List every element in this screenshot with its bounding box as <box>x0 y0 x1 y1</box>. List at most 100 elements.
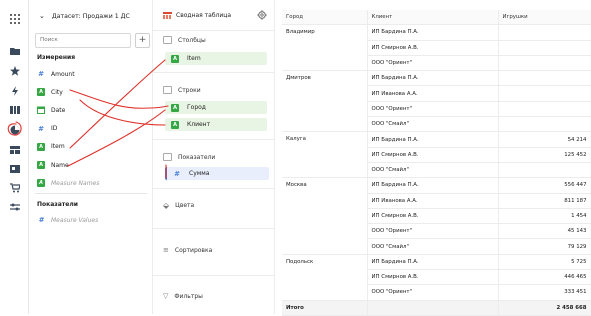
dimensions-title: Измерения <box>37 54 76 61</box>
colors-section[interactable]: ⬙ Цвета <box>163 201 194 210</box>
datasets-icon[interactable] <box>8 143 21 156</box>
measures-chip-sum[interactable]: # Сумма <box>165 167 269 180</box>
apps-icon[interactable] <box>8 12 21 25</box>
value-cell: 45 143 <box>498 223 591 240</box>
client-cell: ИП Смирнов А.В. <box>367 147 499 163</box>
value-cell: 125 452 <box>498 147 591 163</box>
field-search[interactable] <box>35 33 132 48</box>
client-cell: ООО "Смайл" <box>367 238 499 255</box>
client-cell: ИП Смирнов А.В. <box>367 40 499 56</box>
columns-section: Столбцы <box>163 36 206 44</box>
lightning-icon[interactable] <box>8 84 21 97</box>
value-cell <box>498 101 591 118</box>
sort-icon: ≡ <box>163 246 169 254</box>
dataset-field[interactable]: Date <box>37 105 65 115</box>
dataset-field[interactable]: A Item <box>37 142 65 152</box>
sort-section[interactable]: ≡ Сортировка <box>163 246 212 254</box>
viz-selector[interactable]: Сводная таблица <box>153 0 275 31</box>
divider <box>153 139 275 140</box>
column-header[interactable]: Игрушки <box>498 10 591 26</box>
dimension-icon: A <box>171 120 179 129</box>
settings-icon[interactable] <box>8 200 21 213</box>
column-header[interactable]: Город <box>282 10 368 26</box>
filters-section[interactable]: ▽ Фильтры <box>163 292 203 300</box>
dataset-field[interactable]: # Amount <box>37 69 75 79</box>
columns-chip-item[interactable]: A Item <box>165 52 267 65</box>
measure-icon: # <box>174 169 180 178</box>
dimension-icon: A <box>171 103 179 112</box>
field-name: Measure Values <box>51 216 99 224</box>
city-cell: Дмитров <box>282 70 368 133</box>
table-header-row: Город Клиент Игрушки <box>282 10 591 26</box>
total-value: 2 458 668 <box>498 300 591 316</box>
field-name: ID <box>51 125 58 133</box>
divider <box>153 72 275 73</box>
measures-section: Показатели <box>163 153 215 161</box>
client-cell: ИП Бардина П.А. <box>367 70 499 87</box>
pivot-table: Город Клиент Игрушки Владимир ИП Бардина … <box>282 10 591 316</box>
add-field-button[interactable]: + <box>135 33 150 48</box>
folder-icon[interactable] <box>8 44 21 57</box>
value-cell <box>498 70 591 87</box>
field-name: Amount <box>51 70 75 78</box>
client-cell: ООО "Ориент" <box>367 101 499 118</box>
divider <box>153 228 275 229</box>
calendar-icon <box>37 106 45 115</box>
dimension-icon: A <box>37 161 45 169</box>
dataset-field[interactable]: A Name <box>37 160 69 170</box>
value-cell <box>498 162 591 179</box>
search-input[interactable] <box>36 34 132 45</box>
viz-type-label: Сводная таблица <box>176 12 232 19</box>
value-cell: 446 465 <box>498 269 591 286</box>
dashboards-icon[interactable] <box>8 103 21 116</box>
divider <box>35 193 147 194</box>
dimension-icon: A <box>37 88 45 97</box>
value-cell: 5 725 <box>498 254 591 271</box>
measure-icon: # <box>38 70 44 78</box>
column-header[interactable]: Клиент <box>367 10 499 26</box>
client-cell: ИП Иванова А.А. <box>367 85 499 102</box>
value-cell: 79 129 <box>498 238 591 255</box>
value-cell: 333 451 <box>498 284 591 301</box>
gear-icon[interactable] <box>257 10 267 20</box>
star-icon[interactable] <box>8 64 21 77</box>
measure-icon: # <box>38 216 44 224</box>
connections-icon[interactable] <box>8 162 21 175</box>
rows-icon <box>163 86 172 94</box>
measures-icon <box>163 153 172 161</box>
dataset-field[interactable]: A Measure Names <box>37 178 99 188</box>
dataset-field[interactable]: A City <box>37 87 63 97</box>
table-row: Москва ИП Бардина П.А. 556 447 <box>282 177 591 255</box>
rows-chip-client[interactable]: A Клиент <box>165 118 267 131</box>
dataset-field[interactable]: # Measure Values <box>37 215 99 225</box>
client-cell: ИП Бардина П.А. <box>367 177 499 194</box>
cart-icon[interactable] <box>8 181 21 194</box>
divider <box>153 188 275 189</box>
city-cell: Калуга <box>282 131 368 179</box>
client-cell: ООО "Ориент" <box>367 223 499 240</box>
value-cell <box>498 40 591 56</box>
columns-icon <box>163 36 172 44</box>
dataset-title: Датасет: Продажи 1 ДС <box>51 13 130 20</box>
dimension-icon: A <box>37 179 45 188</box>
filter-icon: ▽ <box>163 292 169 300</box>
client-cell: ИП Смирнов А.В. <box>367 269 499 286</box>
client-cell: ИП Бардина П.А. <box>367 254 499 271</box>
client-cell: ИП Смирнов А.В. <box>367 208 499 225</box>
client-cell: ИП Бардина П.А. <box>367 131 499 148</box>
client-cell: ИП Бардина П.А. <box>367 24 499 41</box>
field-name: City <box>51 88 63 96</box>
left-nav-rail <box>0 0 29 314</box>
dataset-selector[interactable]: ⌄ Датасет: Продажи 1 ДС <box>39 12 130 20</box>
measures-title: Показатели <box>37 201 78 208</box>
wizard-panel: Сводная таблица Столбцы A Item Строки A … <box>153 0 275 314</box>
measure-icon: # <box>38 124 44 133</box>
table-row: Дмитров ИП Бардина П.А. <box>282 70 591 133</box>
divider <box>153 275 275 276</box>
dataset-panel: ⌄ Датасет: Продажи 1 ДС + Измерения # Amo… <box>29 0 153 314</box>
charts-icon[interactable] <box>8 123 21 136</box>
client-cell: ООО "Смайл" <box>367 116 499 133</box>
rows-chip-city[interactable]: A Город <box>165 101 267 114</box>
table-row: Владимир ИП Бардина П.А. <box>282 24 591 72</box>
dataset-field[interactable]: # ID <box>37 124 57 134</box>
